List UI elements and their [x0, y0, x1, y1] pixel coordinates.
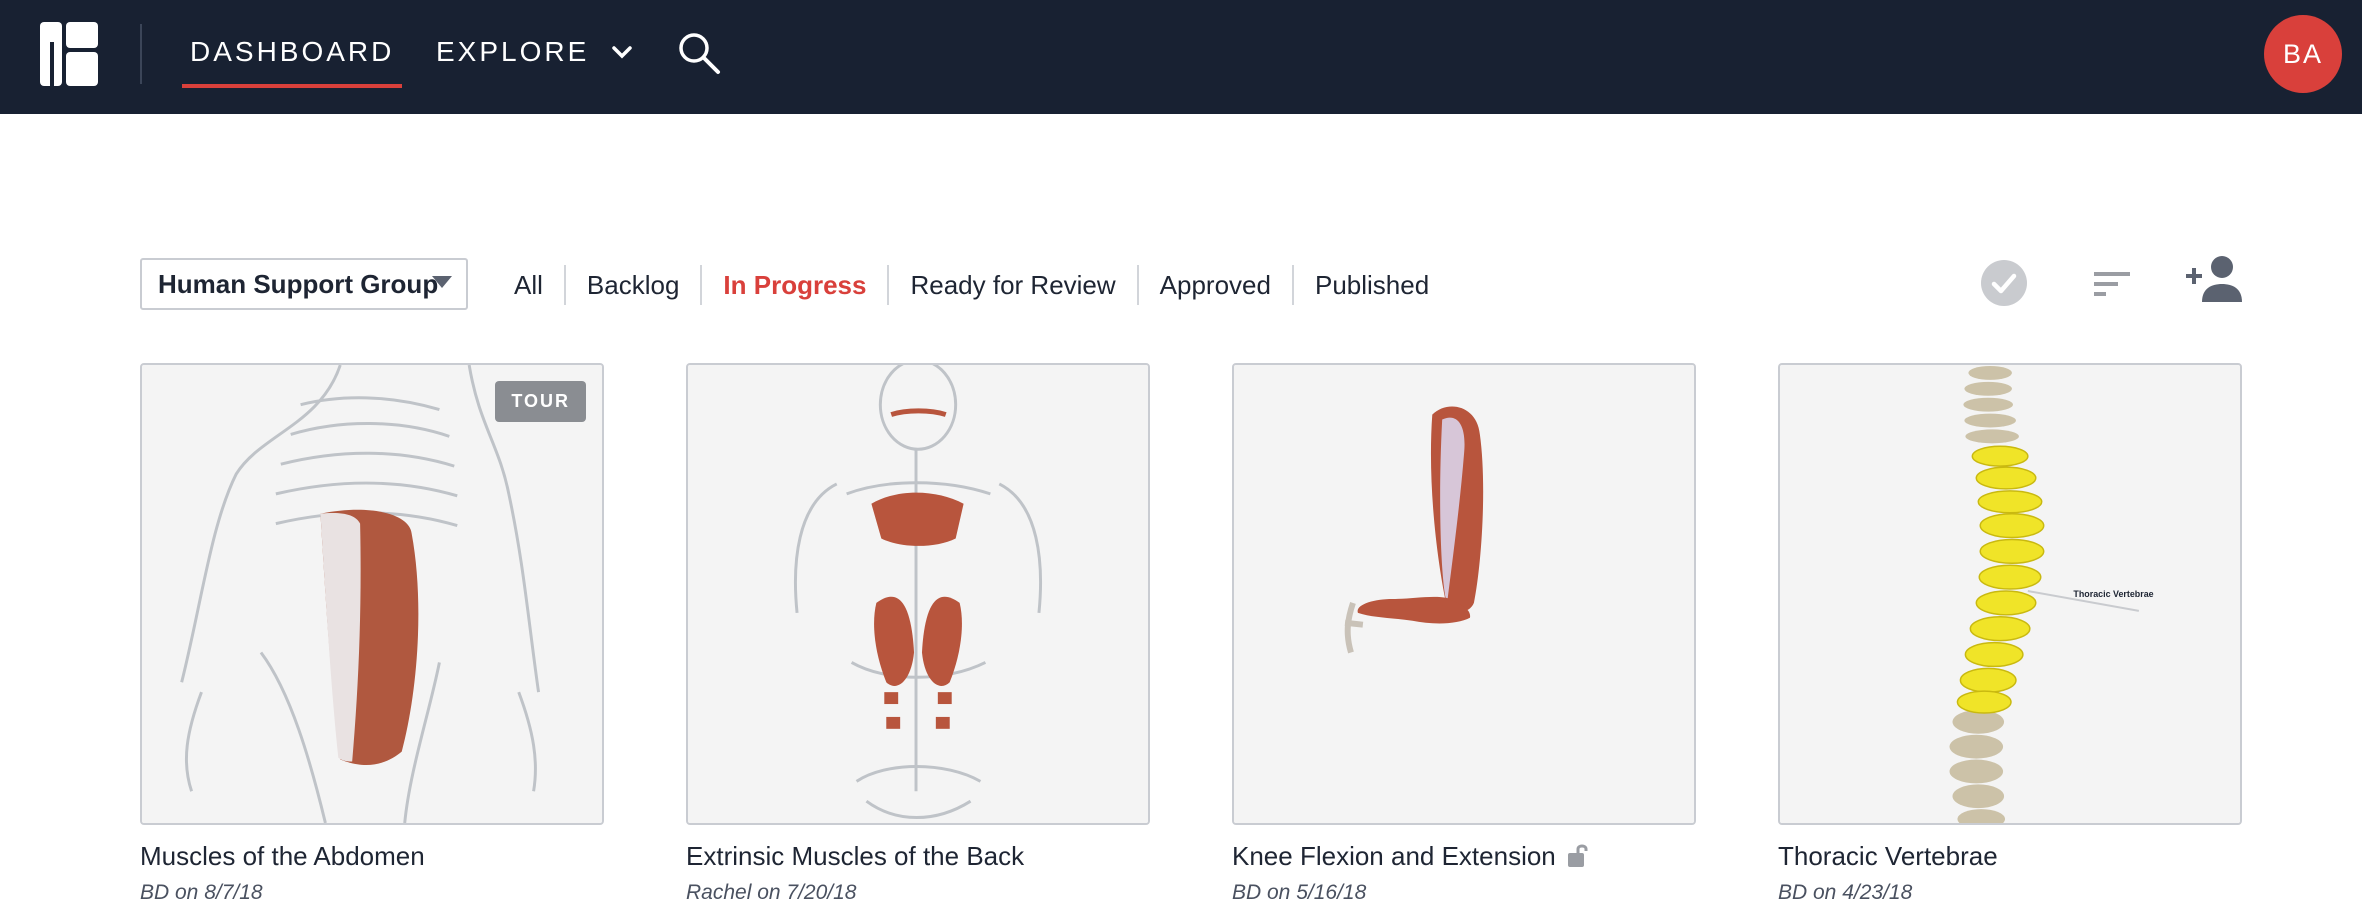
add-user-icon[interactable] [2184, 254, 2244, 304]
unlock-icon [1567, 844, 1588, 867]
scene-card[interactable]: Thoracic Vertebrae Thoracic Vertebrae BD… [1778, 363, 2242, 907]
filter-tab-approved[interactable]: Approved [1136, 265, 1292, 305]
nav-dashboard-tab[interactable]: DASHBOARD [182, 32, 403, 88]
scene-meta: BD on 5/16/18 [1232, 881, 1367, 904]
nav-explore-menu[interactable]: EXPLORE [436, 32, 637, 72]
nav-explore-label: EXPLORE [436, 36, 590, 67]
scene-title[interactable]: Thoracic Vertebrae [1778, 839, 2242, 873]
scene-thumbnail[interactable] [1232, 363, 1696, 825]
filter-tab-ready-for-review[interactable]: Ready for Review [887, 265, 1136, 305]
filter-tab-published[interactable]: Published [1291, 265, 1450, 305]
check-circle-icon[interactable] [1980, 259, 2028, 307]
search-icon[interactable] [676, 30, 722, 76]
app-logo-icon[interactable] [40, 22, 98, 86]
filter-tab-all[interactable]: All [500, 265, 564, 305]
scene-thumbnail[interactable]: TOUR [140, 363, 604, 825]
user-avatar[interactable]: BA [2264, 15, 2342, 93]
vertebrae-label: Thoracic Vertebrae [2073, 589, 2153, 599]
filter-tab-in-progress[interactable]: In Progress [700, 265, 887, 305]
scene-title-text: Muscles of the Abdomen [140, 841, 425, 871]
status-filter-tabs: All Backlog In Progress Ready for Review… [500, 262, 1450, 308]
group-select-value: Human Support Group [158, 268, 439, 299]
scene-title[interactable]: Knee Flexion and Extension [1232, 839, 1696, 873]
dropdown-caret-icon [432, 276, 452, 288]
scene-title[interactable]: Muscles of the Abdomen [140, 839, 604, 873]
scene-thumbnail[interactable]: Thoracic Vertebrae [1778, 363, 2242, 825]
scene-title-text: Knee Flexion and Extension [1232, 841, 1556, 871]
scene-meta: BD on 8/7/18 [140, 881, 263, 904]
scene-thumbnail[interactable] [686, 363, 1150, 825]
scene-card[interactable]: Extrinsic Muscles of the Back Rachel on … [686, 363, 1150, 907]
nav-divider [140, 24, 142, 84]
scene-title-text: Thoracic Vertebrae [1778, 841, 1998, 871]
scene-meta: Rachel on 7/20/18 [686, 881, 857, 904]
chevron-down-icon [612, 46, 633, 59]
filter-tab-backlog[interactable]: Backlog [563, 265, 701, 305]
scene-card[interactable]: TOUR Muscles of the Abdomen BD on 8/7/18 [140, 363, 604, 907]
knee-muscles-image [1234, 365, 1694, 823]
scene-meta: BD on 4/23/18 [1778, 881, 1913, 904]
tour-badge: TOUR [495, 381, 586, 422]
back-muscles-image [688, 365, 1148, 823]
scene-card[interactable]: Knee Flexion and Extension BD on 5/16/18 [1232, 363, 1696, 907]
sort-icon[interactable] [2092, 266, 2132, 302]
group-select[interactable]: Human Support Group [140, 258, 468, 310]
abdomen-muscles-image [142, 365, 602, 823]
thoracic-vertebrae-image: Thoracic Vertebrae [1780, 365, 2240, 823]
scene-title[interactable]: Extrinsic Muscles of the Back [686, 839, 1150, 873]
top-nav-bar: DASHBOARD EXPLORE BA [0, 0, 2362, 114]
scene-title-text: Extrinsic Muscles of the Back [686, 841, 1025, 871]
